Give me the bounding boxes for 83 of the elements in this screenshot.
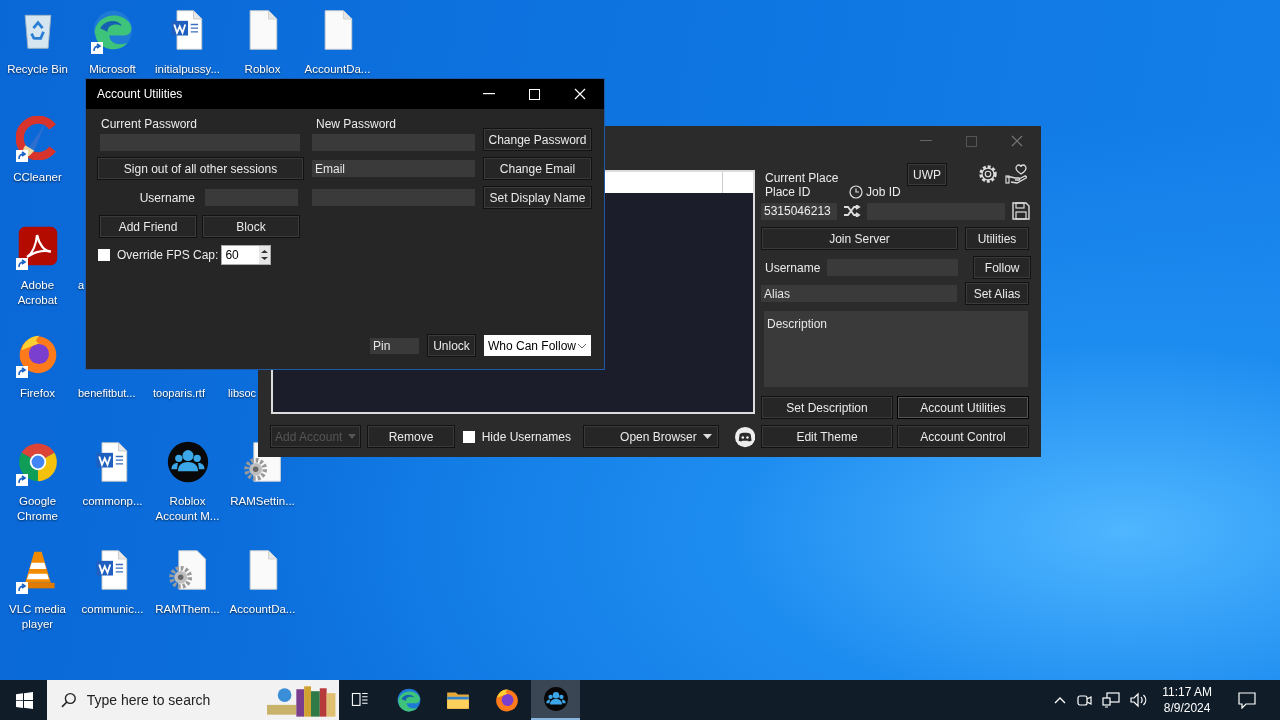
username-label: Username (139, 190, 195, 205)
clock-icon (849, 185, 863, 199)
who-can-follow-dropdown[interactable]: Who Can Follow (484, 335, 591, 356)
override-fps-label: Override FPS Cap: (117, 248, 219, 262)
uwp-button[interactable]: UWP (907, 163, 947, 186)
icon-label[interactable]: CCleaner (0, 170, 75, 185)
icon-label[interactable]: tooparis.rtf (153, 386, 205, 401)
icon-label[interactable]: libsoc (228, 386, 257, 401)
account-control-button[interactable]: Account Control (897, 425, 1029, 448)
job-id-label: Job ID (866, 185, 901, 199)
current-place-label: Current Place (765, 171, 840, 185)
block-button[interactable]: Block (202, 215, 300, 238)
email-field[interactable]: Email (312, 160, 475, 177)
volume-icon[interactable] (1130, 692, 1149, 708)
icon-label[interactable]: AccountDa... (300, 62, 375, 77)
icon-label[interactable]: Google Chrome (0, 494, 75, 524)
chat-bubble-icon[interactable] (734, 425, 755, 448)
caret-icon (348, 434, 357, 439)
icon-label[interactable]: RAMSettin... (225, 494, 300, 509)
start-icon[interactable] (16, 691, 33, 709)
search-bar[interactable]: Type here to search (47, 680, 339, 720)
icon-label[interactable]: a (78, 278, 85, 293)
icon-label[interactable]: Roblox (225, 62, 300, 77)
search-icon (61, 692, 77, 708)
place-id-field[interactable]: 5315046213 (761, 202, 837, 220)
checkbox[interactable] (462, 430, 475, 443)
icon-label[interactable]: Microsoft (75, 62, 150, 77)
remove-button[interactable]: Remove (367, 425, 455, 448)
checkbox[interactable] (98, 249, 110, 261)
open-browser-button[interactable]: Open Browser (583, 425, 719, 448)
hand-heart-icon[interactable] (1005, 163, 1029, 185)
alias-field[interactable]: Alias (761, 285, 957, 302)
set-description-button[interactable]: Set Description (761, 396, 893, 419)
clock-time[interactable]: 11:17 AM (1162, 684, 1212, 700)
icon-label[interactable]: Adobe Acrobat (0, 278, 75, 308)
window-title: Account Utilities (96, 87, 183, 101)
minimize-icon[interactable] (483, 93, 495, 95)
browser-icon (395, 687, 422, 713)
change-email-button[interactable]: Change Email (483, 157, 592, 180)
follow-button[interactable]: Follow (973, 256, 1031, 279)
unlock-button[interactable]: Unlock (427, 334, 476, 357)
camera-icon[interactable] (1076, 692, 1093, 708)
notification-icon[interactable] (1238, 691, 1256, 709)
sign-out-button[interactable]: Sign out of all other sessions (97, 157, 304, 180)
current-password-label: Current Password (100, 117, 199, 131)
new-password-label: New Password (315, 117, 398, 131)
network-icon[interactable] (1102, 692, 1121, 708)
icon-label[interactable]: communic... (75, 602, 150, 617)
add-friend-button[interactable]: Add Friend (99, 215, 197, 238)
hide-usernames-label: Hide Usernames (481, 429, 572, 444)
join-server-button[interactable]: Join Server (761, 227, 958, 250)
taskbar-button[interactable] (531, 680, 580, 720)
icon-label[interactable]: Roblox Account M... (150, 494, 225, 524)
chevron-down-icon (577, 342, 587, 349)
search-field[interactable]: Type here to search (84, 691, 259, 709)
icon-label[interactable]: initialpussy... (150, 62, 225, 77)
caret-icon (702, 434, 712, 439)
clock-date[interactable]: 8/9/2024 (1163, 700, 1211, 716)
icon-label[interactable]: benefitbut... (78, 386, 136, 401)
save-icon[interactable] (1011, 201, 1031, 221)
settings-icon[interactable] (977, 163, 999, 185)
icon-label[interactable]: Firefox (0, 386, 75, 401)
shuffle-icon[interactable] (843, 205, 861, 217)
people-icon (165, 440, 210, 484)
people-icon (542, 686, 569, 712)
account-utilities-button[interactable]: Account Utilities (897, 396, 1029, 419)
firefox-icon (493, 687, 520, 713)
edit-theme-button[interactable]: Edit Theme (761, 425, 893, 448)
fps-spinner[interactable]: 60 (221, 245, 272, 265)
pin-field[interactable]: Pin (370, 337, 419, 354)
username-label: Username (764, 260, 821, 275)
icon-label[interactable]: RAMThem... (150, 602, 225, 617)
chevron-up-icon[interactable] (1054, 696, 1067, 704)
set-display-name-button[interactable]: Set Display Name (483, 186, 592, 209)
set-alias-button[interactable]: Set Alias (965, 282, 1029, 305)
icon-label[interactable]: AccountDa... (225, 602, 300, 617)
description-field[interactable]: Description (764, 311, 1028, 387)
icon-label[interactable]: commonp... (75, 494, 150, 509)
utilities-button[interactable]: Utilities (965, 227, 1029, 250)
place-id-label: Place ID (765, 185, 812, 199)
change-password-button[interactable]: Change Password (483, 128, 592, 151)
icon-label[interactable]: Recycle Bin (0, 62, 75, 77)
icon-label[interactable]: VLC media player (0, 602, 75, 632)
